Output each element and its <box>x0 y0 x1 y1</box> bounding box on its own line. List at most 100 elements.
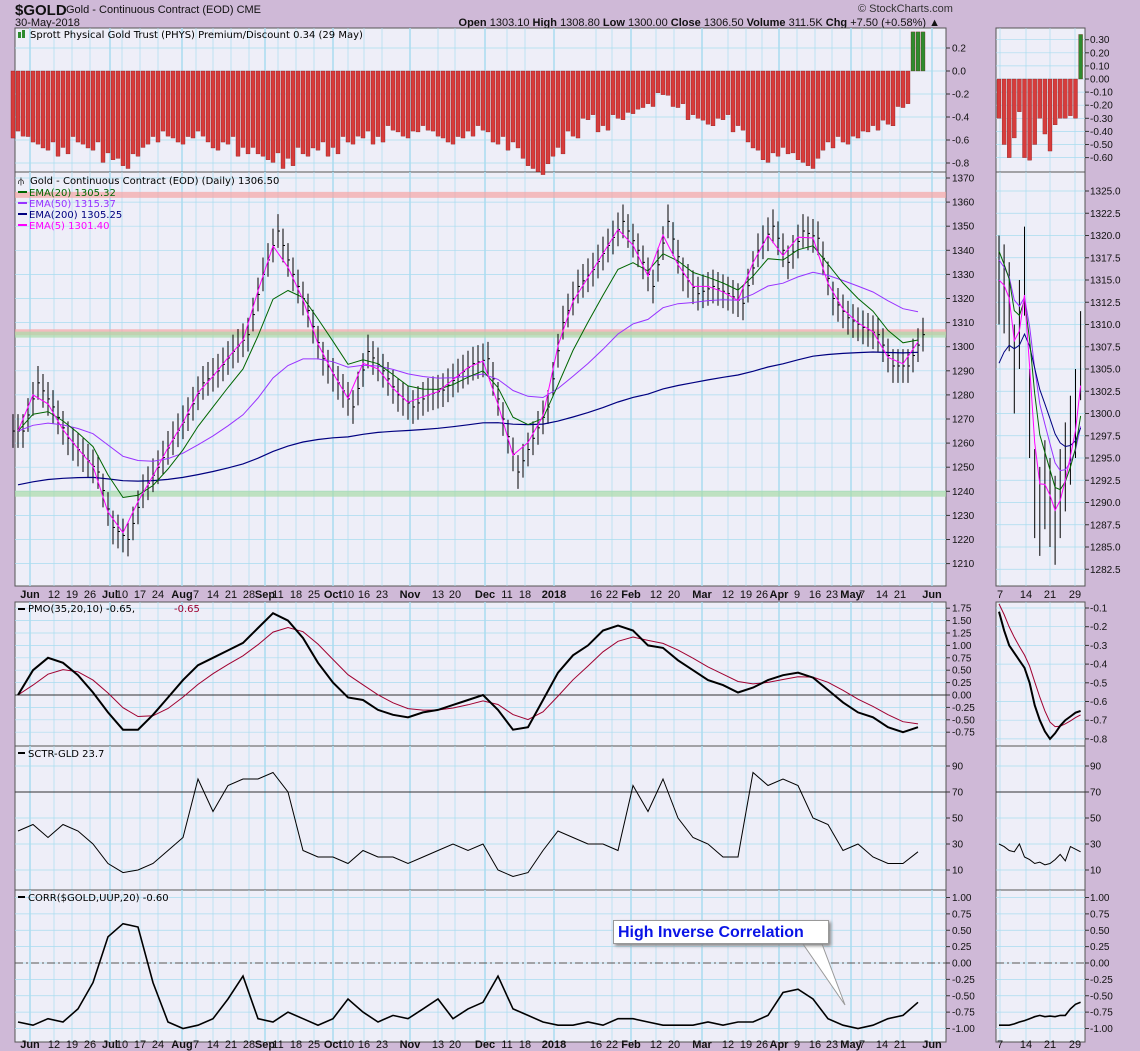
y-tick-label: 1290 <box>952 366 975 377</box>
x-tick-label: 24 <box>152 1039 164 1051</box>
x-tick-label: 17 <box>134 1039 146 1051</box>
y-tick-label: 1230 <box>952 511 975 522</box>
premium-bar <box>70 70 76 137</box>
premium-bar <box>220 70 226 143</box>
y-tick-label: 1240 <box>952 487 975 498</box>
x-tick-label: 12 <box>650 589 662 601</box>
premium-bar <box>40 70 46 149</box>
y-tick-label: -0.75 <box>952 728 975 739</box>
x-tick-label: 25 <box>308 1039 320 1051</box>
premium-bar <box>265 70 271 160</box>
y-tick-label: 0.00 <box>952 959 972 970</box>
premium-bar <box>590 70 596 115</box>
ema5-legend: EMA(5) 1301.40 <box>29 221 109 232</box>
premium-bar <box>730 70 736 133</box>
premium-bar <box>855 70 861 139</box>
premium-bar <box>435 70 441 137</box>
y-tick-label: 0.75 <box>1090 909 1110 920</box>
y-tick-label: 0.75 <box>952 653 972 664</box>
premium-bar-mini <box>1001 78 1007 145</box>
y-tick-label: 1295.0 <box>1090 454 1121 465</box>
x-tick-label: Feb <box>621 589 641 601</box>
premium-bar <box>810 70 816 169</box>
premium-bar <box>420 70 426 126</box>
y-tick-label: 0.50 <box>952 666 972 677</box>
premium-bar <box>215 70 221 151</box>
premium-bar <box>410 70 416 132</box>
y-tick-label: 50 <box>952 814 964 825</box>
x-tick-label: 7 <box>193 589 199 601</box>
premium-bar <box>425 70 431 131</box>
premium-bar <box>710 70 716 127</box>
premium-bar <box>480 70 486 131</box>
x-tick-label: 10 <box>116 589 128 601</box>
y-tick-label: 30 <box>1090 840 1102 851</box>
premium-bar <box>605 70 611 131</box>
x-tick-label: 12 <box>722 589 734 601</box>
premium-bar <box>430 70 436 132</box>
y-tick-label: -0.8 <box>952 159 970 170</box>
y-tick-label: -0.75 <box>1090 1008 1113 1019</box>
x-tick-label: 18 <box>519 589 531 601</box>
plot-area <box>14 171 947 587</box>
premium-bar <box>585 70 591 120</box>
y-tick-label: -0.25 <box>1090 975 1113 986</box>
corr-panel: 1.00 0.75 0.50 0.25 0.00 -0.25 -0.50 -0.75 -1.00 <box>14 889 975 1043</box>
premium-bar <box>235 70 241 157</box>
x-tick-label: 21 <box>225 1039 237 1051</box>
premium-bar <box>320 70 326 143</box>
x-tick-label: 9 <box>794 589 800 601</box>
y-tick-label: -0.60 <box>1090 153 1113 164</box>
resistance-line <box>15 191 946 198</box>
premium-bar <box>10 70 16 139</box>
x-tick-label: Apr <box>770 1039 790 1051</box>
x-tick-label: 11 <box>501 589 512 601</box>
premium-bar <box>310 70 316 149</box>
y-tick-label: 1270 <box>952 415 975 426</box>
premium-bar <box>340 70 346 137</box>
y-tick-label: 90 <box>952 762 964 773</box>
x-tick-label: 22 <box>606 1039 618 1051</box>
premium-bar <box>550 70 556 157</box>
premium-bar-mini <box>1027 78 1032 161</box>
premium-bar <box>170 70 176 139</box>
x-tick-label: 22 <box>606 589 618 601</box>
premium-bar <box>250 70 256 148</box>
plot-area <box>995 171 1086 587</box>
premium-bar <box>780 70 786 148</box>
premium-bar <box>20 70 26 137</box>
premium-bar <box>30 70 36 143</box>
y-tick-label: 1280 <box>952 390 975 401</box>
x-tick-label: Dec <box>475 1039 495 1051</box>
premium-bar <box>195 70 201 132</box>
premium-bar <box>790 70 796 154</box>
y-tick-label: 1350 <box>952 222 975 233</box>
x-tick-label: Nov <box>400 1039 422 1051</box>
premium-bar <box>190 70 196 139</box>
x-tick-label: Oct <box>324 1039 343 1051</box>
premium-bar <box>85 70 91 149</box>
y-tick-label: 1300.0 <box>1090 409 1121 420</box>
x-tick-label: 16 <box>590 1039 602 1051</box>
x-tick-label: 11 <box>272 1039 283 1051</box>
premium-bar <box>660 70 666 95</box>
premium-bar <box>890 70 896 127</box>
premium-bar <box>305 70 311 157</box>
premium-bar <box>685 70 691 120</box>
x-tick-label: 20 <box>668 589 680 601</box>
premium-bar <box>535 70 541 172</box>
premium-bar <box>490 70 496 143</box>
x-tick-label: 16 <box>358 1039 370 1051</box>
premium-bar <box>885 70 891 125</box>
annotation-callout: High Inverse Correlation <box>613 920 829 944</box>
x-tick-label: Mar <box>692 589 712 601</box>
y-tick-label: 1370 <box>952 174 975 185</box>
premium-bar <box>835 70 841 137</box>
premium-bar <box>510 70 516 143</box>
x-tick-label: Aug <box>171 589 192 601</box>
premium-bar <box>815 70 821 159</box>
premium-bar-mini <box>1007 78 1012 158</box>
premium-bar <box>610 70 616 115</box>
x-tick-label: 2018 <box>542 1039 566 1051</box>
premium-bar <box>375 70 381 137</box>
